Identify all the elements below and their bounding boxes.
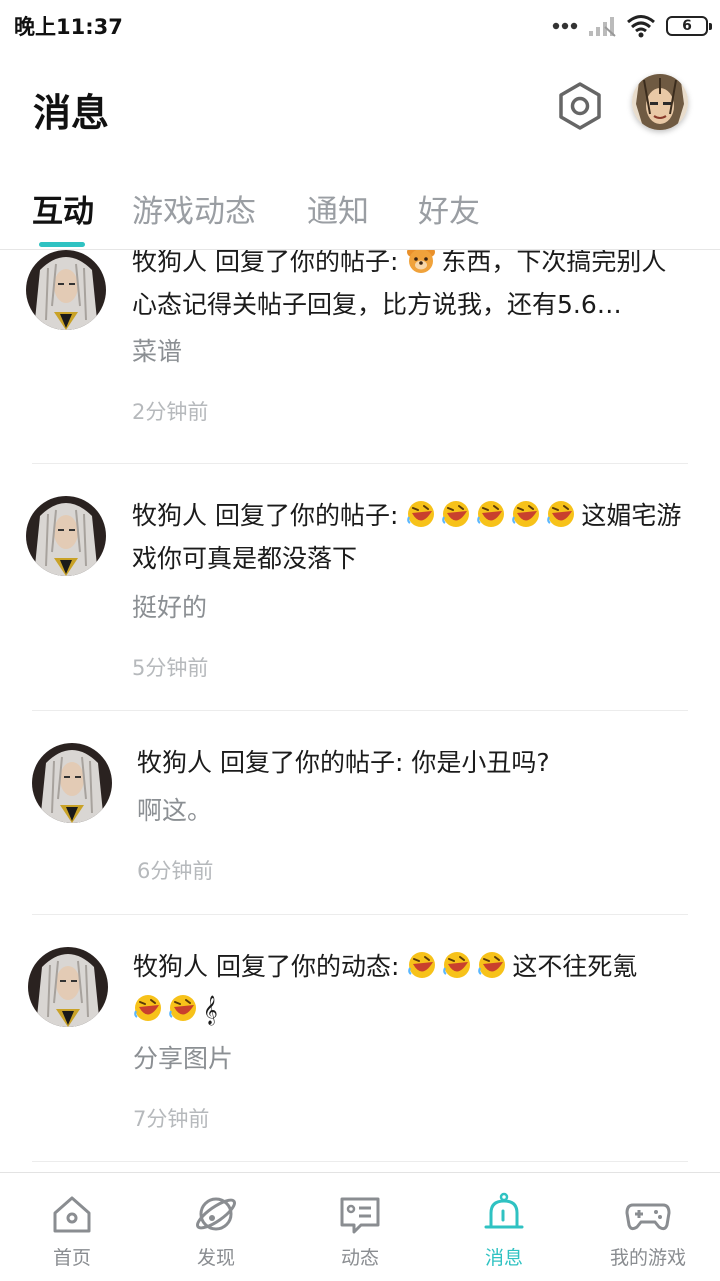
missing-glyph: 𝄞 (203, 995, 218, 1024)
laughing-emoji (476, 499, 506, 529)
laughing-emoji (442, 950, 472, 980)
nav-label: 消息 (484, 1247, 523, 1269)
reply-context: 挺好的 (132, 593, 208, 622)
laughing-emoji (168, 993, 198, 1023)
nav-messages[interactable]: 消息 (432, 1173, 576, 1281)
tab-friends[interactable]: 好友 (418, 186, 480, 231)
reply-context: 啊这。 (137, 796, 213, 825)
message-action: 回复了你的帖子: (214, 501, 399, 530)
sender-avatar[interactable] (26, 496, 106, 576)
tab-interaction[interactable]: 互动 (32, 186, 94, 231)
message-body: 你是小丑吗? (411, 748, 550, 777)
message-text: 牧狗人 回复了你的帖子: 这媚宅游戏你可真是都没落下 (132, 494, 688, 580)
message-item[interactable]: 牧狗人 回复了你的动态: 这不往死氪 𝄞 分享图片 7分钟前 (0, 915, 720, 1161)
header: 消息 (0, 52, 720, 162)
nav-home[interactable]: 首页 (0, 1173, 144, 1281)
sender-name[interactable]: 牧狗人 (132, 501, 207, 530)
nav-label: 我的游戏 (609, 1247, 686, 1269)
message-item[interactable]: 牧狗人 回复了你的帖子: 东西，下次搞完别人心态记得关帖子回复，比方说我，还有5… (0, 250, 720, 464)
message-text: 牧狗人 回复了你的动态: 这不往死氪 𝄞 (133, 945, 689, 1031)
nav-label: 发现 (196, 1247, 235, 1269)
status-icons: 6 (552, 14, 712, 38)
message-feed[interactable]: 牧狗人 回复了你的帖子: 东西，下次搞完别人心态记得关帖子回复，比方说我，还有5… (0, 250, 720, 1172)
sender-name[interactable]: 牧狗人 (132, 250, 207, 276)
laughing-emoji (546, 499, 576, 529)
message-text: 牧狗人 回复了你的帖子: 你是小丑吗? (137, 741, 693, 784)
sender-name[interactable]: 牧狗人 (137, 748, 212, 777)
sender-avatar[interactable] (32, 743, 112, 823)
laughing-emoji (407, 950, 437, 980)
laughing-emoji (477, 950, 507, 980)
nav-discover[interactable]: 发现 (144, 1173, 288, 1281)
nav-label: 动态 (340, 1247, 379, 1269)
message-item[interactable]: 牧狗人 回复了你的帖子: 这媚宅游戏你可真是都没落下 挺好的 5分钟前 (0, 464, 720, 710)
tab-notifications[interactable]: 通知 (307, 186, 369, 231)
status-bar: 晚上11:37 6 (0, 0, 720, 52)
nav-feed[interactable]: 动态 (288, 1173, 432, 1281)
home-icon (53, 1196, 91, 1233)
divider (32, 1161, 688, 1162)
laughing-emoji (511, 499, 541, 529)
planet-icon (196, 1197, 236, 1231)
settings-button[interactable] (554, 80, 606, 132)
laughing-emoji (441, 499, 471, 529)
message-action: 回复了你的动态: (215, 952, 400, 981)
nav-label: 首页 (52, 1247, 91, 1269)
sender-avatar[interactable] (26, 250, 106, 330)
user-avatar[interactable] (632, 74, 688, 130)
tab-bar: 互动 游戏动态 通知 好友 (0, 162, 720, 250)
tab-game-news[interactable]: 游戏动态 (132, 186, 256, 231)
page-title: 消息 (33, 91, 110, 135)
user-avatar-image (632, 74, 688, 130)
tab-active-indicator (39, 242, 85, 247)
wifi-icon (627, 15, 655, 38)
gamepad-icon (625, 1203, 671, 1231)
message-text: 牧狗人 回复了你的帖子: 东西，下次搞完别人心态记得关帖子回复，比方说我，还有5… (132, 250, 688, 326)
bell-icon (484, 1192, 524, 1229)
message-time: 7分钟前 (133, 1107, 210, 1131)
nav-my-games[interactable]: 我的游戏 (576, 1173, 720, 1281)
bottom-navigation: 首页 发现 动态 消息 我的游戏 (0, 1172, 720, 1280)
reply-context: 菜谱 (132, 337, 183, 366)
message-time: 5分钟前 (132, 656, 209, 680)
message-action: 回复了你的帖子: (219, 748, 404, 777)
status-time: 晚上11:37 (14, 15, 123, 39)
message-body: 这不往死氪 (512, 952, 638, 981)
more-dots-icon (552, 22, 578, 30)
signal-icon (589, 17, 616, 37)
reply-context: 分享图片 (133, 1044, 234, 1073)
message-time: 2分钟前 (132, 400, 209, 424)
message-body: 东西，下次搞完别人心态记得关帖子回复，比方说我，还有5.6… (132, 250, 667, 319)
settings-icon (559, 82, 601, 130)
feed-icon (340, 1197, 380, 1234)
battery-level: 6 (682, 18, 692, 34)
message-time: 6分钟前 (137, 859, 214, 883)
laughing-emoji (406, 499, 436, 529)
laughing-emoji (133, 993, 163, 1023)
sender-name[interactable]: 牧狗人 (133, 952, 208, 981)
message-item[interactable]: 牧狗人 回复了你的帖子: 你是小丑吗? 啊这。 6分钟前 (0, 711, 720, 913)
battery-indicator: 6 (666, 16, 712, 36)
sender-avatar[interactable] (28, 947, 108, 1027)
message-action: 回复了你的帖子: (214, 250, 399, 276)
bear-emoji (406, 250, 436, 275)
